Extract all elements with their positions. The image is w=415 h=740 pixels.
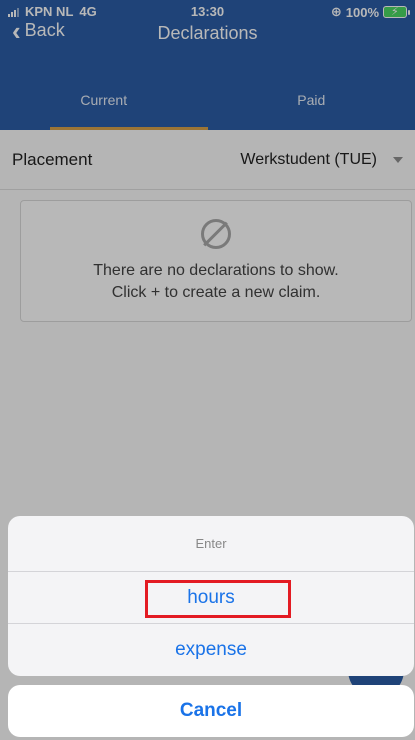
highlight-box (145, 580, 291, 618)
option-expense[interactable]: expense (8, 624, 414, 676)
action-sheet: Enter hours expense (8, 516, 414, 676)
option-label: expense (175, 639, 247, 660)
app-screen: KPN NL 4G 13:30 ⊕ 100% ⚡ ‹ Back Declarat… (0, 0, 415, 740)
action-sheet-title: Enter (8, 516, 414, 572)
cancel-button[interactable]: Cancel (8, 685, 414, 737)
option-hours[interactable]: hours (8, 572, 414, 624)
